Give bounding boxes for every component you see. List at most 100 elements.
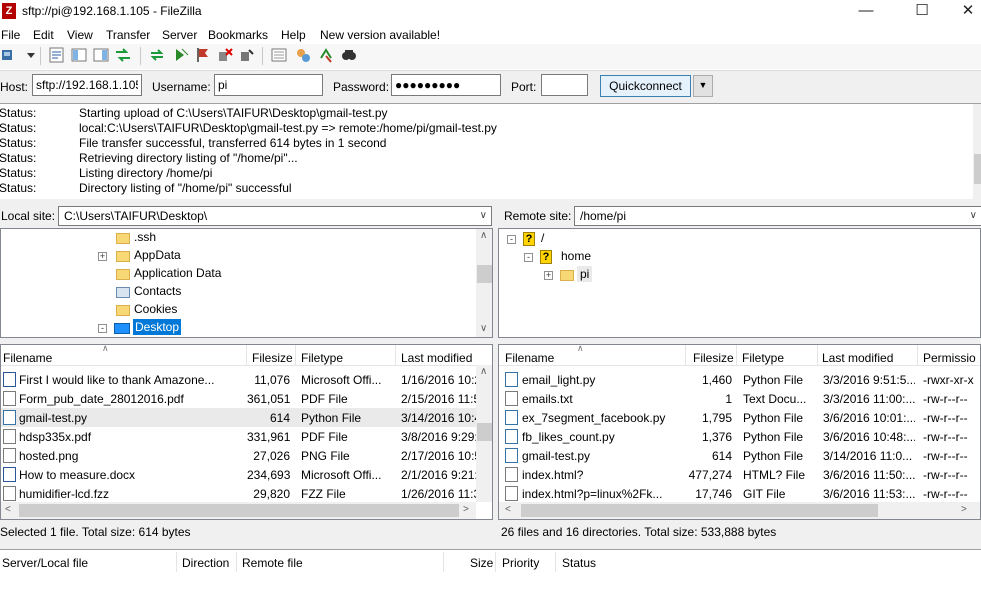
site-manager-icon[interactable]	[0, 46, 18, 66]
reconnect-icon[interactable]	[238, 46, 256, 66]
table-row[interactable]: gmail-test.py 614 Python File 3/14/2016 …	[499, 446, 980, 465]
tree-item[interactable]: - ? home	[524, 248, 724, 266]
remote-list-header: Filename ∧ Filesize Filetype Last modifi…	[499, 344, 980, 366]
column-header[interactable]: Filename	[505, 351, 554, 365]
table-row[interactable]: hdsp335x.pdf 331,961 PDF File 3/8/2016 9…	[1, 427, 477, 446]
sort-ascending-icon: ∧	[577, 344, 584, 353]
column-header[interactable]: Status	[562, 556, 596, 570]
quickconnect-dropdown-icon[interactable]: ▼	[693, 75, 713, 97]
menu-server[interactable]: Server	[162, 28, 197, 42]
quickconnect-button[interactable]: Quickconnect	[600, 75, 691, 97]
chevron-down-icon[interactable]: ∨	[970, 207, 977, 225]
column-header[interactable]: Remote file	[242, 556, 303, 570]
menu-new-version[interactable]: New version available!	[320, 28, 440, 42]
file-icon	[505, 467, 518, 482]
column-header[interactable]: Filetype	[301, 351, 343, 365]
unknown-folder-icon: ?	[540, 250, 552, 264]
local-tree-scrollbar[interactable]: ∧ ∨	[476, 229, 492, 337]
table-row[interactable]: hosted.png 27,026 PNG File 2/17/2016 10:…	[1, 446, 477, 465]
column-header[interactable]: Filesize	[252, 351, 293, 365]
tree-item[interactable]: .ssh	[98, 229, 398, 247]
toggle-log-icon[interactable]	[48, 46, 66, 66]
column-header[interactable]: Filetype	[742, 351, 784, 365]
window-title: sftp://pi@192.168.1.105 - FileZilla	[22, 4, 202, 18]
menu-bookmarks[interactable]: Bookmarks	[208, 28, 268, 42]
table-row[interactable]: First I would like to thank Amazone... 1…	[1, 370, 477, 389]
username-input[interactable]	[214, 74, 323, 96]
table-row-selected[interactable]: gmail-test.py 614 Python File 3/14/2016 …	[1, 408, 477, 427]
search-files-icon[interactable]	[340, 46, 358, 66]
local-list-hscrollbar[interactable]: < >	[1, 502, 476, 519]
table-row[interactable]: How to measure.docx 234,693 Microsoft Of…	[1, 465, 477, 484]
image-file-icon	[3, 448, 16, 463]
table-row[interactable]: fb_likes_count.py 1,376 Python File 3/6/…	[499, 427, 980, 446]
remote-list-hscrollbar[interactable]: < >	[499, 502, 980, 519]
table-row[interactable]: email_light.py 1,460 Python File 3/3/201…	[499, 370, 980, 389]
log-scrollbar[interactable]	[973, 104, 981, 199]
column-header[interactable]: Last modified	[401, 351, 472, 365]
menu-view[interactable]: View	[67, 28, 93, 42]
expand-icon[interactable]: +	[98, 252, 107, 261]
column-header[interactable]: Size	[470, 556, 493, 570]
toggle-queue-icon[interactable]	[114, 46, 132, 66]
tree-item-selected[interactable]: + pi	[544, 266, 744, 284]
column-header[interactable]: Permissio	[923, 351, 976, 365]
quickconnect-bar: Host: Username: Password: Port: Quickcon…	[0, 70, 981, 103]
disconnect-icon[interactable]	[216, 46, 234, 66]
menu-edit[interactable]: Edit	[33, 28, 54, 42]
directory-listing-filter-icon[interactable]	[270, 46, 288, 66]
column-header[interactable]: Direction	[182, 556, 229, 570]
column-header[interactable]: Last modified	[822, 351, 893, 365]
toggle-local-tree-icon[interactable]	[70, 46, 88, 66]
column-header[interactable]: Filesize	[693, 351, 734, 365]
remote-directory-tree: - ? / - ? home + pi	[498, 228, 981, 338]
chevron-down-icon[interactable]: ∨	[480, 207, 487, 225]
collapse-icon[interactable]: -	[507, 235, 516, 244]
table-row[interactable]: index.html?p=linux%2Fk... 17,746 GIT Fil…	[499, 484, 980, 503]
local-list-scrollbar[interactable]: ∧	[476, 365, 492, 502]
tree-item[interactable]: Cookies	[98, 301, 398, 319]
compare-directories-icon[interactable]	[294, 46, 312, 66]
synchronized-browsing-icon[interactable]	[318, 46, 336, 66]
remote-site-path[interactable]: /home/pi ∨	[574, 206, 981, 226]
process-queue-icon[interactable]	[172, 46, 190, 66]
close-button[interactable]: ✕	[945, 0, 981, 24]
site-manager-dropdown-icon[interactable]	[22, 46, 35, 66]
table-row[interactable]: ex_7segment_facebook.py 1,795 Python Fil…	[499, 408, 980, 427]
column-header[interactable]: Server/Local file	[2, 556, 88, 570]
tree-item[interactable]: Application Data	[98, 265, 398, 283]
password-label: Password:	[333, 80, 390, 94]
tree-item-selected[interactable]: - Desktop	[98, 319, 398, 337]
toggle-remote-tree-icon[interactable]	[92, 46, 110, 66]
password-input[interactable]	[391, 74, 501, 96]
local-directory-tree: .ssh + AppData Application Data Contacts…	[0, 228, 493, 338]
tree-item[interactable]: + AppData	[98, 247, 398, 265]
transfer-queue-header: Server/Local file Direction Remote file …	[0, 549, 981, 574]
host-input[interactable]	[32, 74, 142, 96]
toolbar	[0, 44, 981, 69]
maximize-button[interactable]: ☐	[899, 0, 945, 24]
collapse-icon[interactable]: -	[524, 253, 533, 262]
folder-icon	[116, 269, 130, 280]
minimize-button[interactable]: —	[843, 0, 889, 24]
table-row[interactable]: Form_pub_date_28012016.pdf 361,051 PDF F…	[1, 389, 477, 408]
menu-bar: File Edit View Transfer Server Bookmarks…	[0, 25, 981, 44]
column-header[interactable]: Priority	[502, 556, 539, 570]
file-icon	[505, 486, 518, 501]
tree-item[interactable]: Contacts	[98, 283, 398, 301]
tree-item[interactable]: - ? /	[507, 230, 707, 248]
table-row[interactable]: index.html? 477,274 HTML? File 3/6/2016 …	[499, 465, 980, 484]
port-input[interactable]	[541, 74, 588, 96]
menu-file[interactable]: File	[1, 28, 20, 42]
remote-site-bar: Remote site: /home/pi ∨	[498, 205, 981, 227]
menu-transfer[interactable]: Transfer	[106, 28, 150, 42]
column-header[interactable]: Filename	[3, 351, 52, 365]
expand-icon[interactable]: +	[544, 271, 553, 280]
table-row[interactable]: emails.txt 1 Text Docu... 3/3/2016 11:00…	[499, 389, 980, 408]
local-site-path[interactable]: C:\Users\TAIFUR\Desktop\ ∨	[58, 206, 492, 226]
collapse-icon[interactable]: -	[98, 324, 107, 333]
refresh-icon[interactable]	[148, 46, 166, 66]
menu-help[interactable]: Help	[281, 28, 306, 42]
cancel-operation-icon[interactable]	[194, 46, 212, 66]
table-row[interactable]: humidifier-lcd.fzz 29,820 FZZ File 1/26/…	[1, 484, 477, 503]
